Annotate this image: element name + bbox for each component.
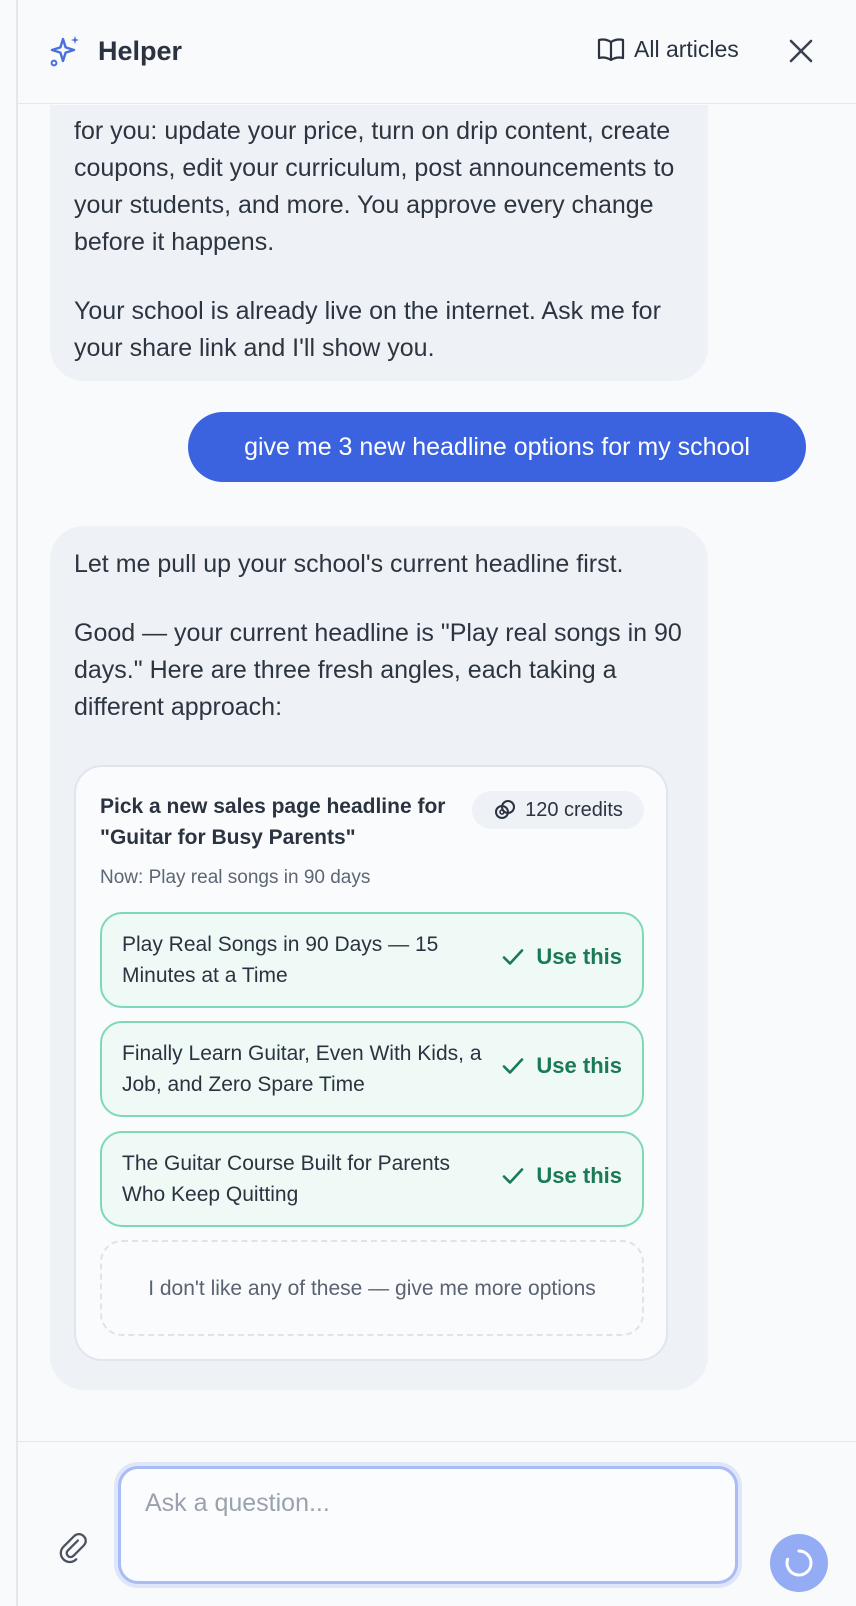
- composer: [18, 1441, 856, 1606]
- current-headline: Now: Play real songs in 90 days: [100, 867, 371, 888]
- send-button[interactable]: [770, 1534, 828, 1592]
- brand: Helper: [48, 34, 182, 68]
- headline-option[interactable]: Finally Learn Guitar, Even With Kids, a …: [100, 1021, 644, 1117]
- question-input[interactable]: [121, 1469, 735, 1581]
- paperclip-icon[interactable]: [58, 1532, 92, 1566]
- book-open-icon: [597, 38, 625, 62]
- use-this-label: Use this: [536, 1053, 622, 1078]
- use-this-button[interactable]: Use this: [500, 1163, 622, 1189]
- option-text: Finally Learn Guitar, Even With Kids, a …: [122, 1042, 482, 1096]
- message-paragraph: Good — your current headline is "Play re…: [74, 619, 682, 721]
- close-icon[interactable]: [786, 36, 816, 66]
- card-title: Pick a new sales page headline for "Guit…: [100, 795, 446, 849]
- assistant-message: for you: update your price, turn on drip…: [50, 105, 708, 381]
- app-title: Helper: [98, 35, 183, 66]
- use-this-label: Use this: [536, 1163, 622, 1188]
- all-articles-label: All articles: [634, 35, 739, 62]
- credits-label: 120 credits: [525, 798, 623, 821]
- header: Helper All articles: [18, 0, 856, 104]
- headline-option[interactable]: The Guitar Course Built for Parents Who …: [100, 1131, 644, 1227]
- use-this-button[interactable]: Use this: [500, 1053, 622, 1079]
- user-message: give me 3 new headline options for my sc…: [188, 412, 806, 482]
- use-this-label: Use this: [536, 944, 622, 969]
- check-icon: [503, 1058, 524, 1074]
- use-this-button[interactable]: Use this: [500, 944, 622, 970]
- option-text: The Guitar Course Built for Parents Who …: [122, 1152, 450, 1206]
- helper-panel: Helper All articles for you: update your…: [0, 0, 856, 1606]
- message-paragraph: Let me pull up your school's current hea…: [74, 550, 624, 578]
- headline-option[interactable]: Play Real Songs in 90 Days — 15 Minutes …: [100, 912, 644, 1008]
- loading-spinner-icon: [785, 1549, 813, 1577]
- all-articles-button[interactable]: All articles: [596, 34, 739, 64]
- headline-picker-card: Pick a new sales page headline for "Guit…: [74, 765, 668, 1361]
- more-options-button[interactable]: I don't like any of these — give me more…: [100, 1240, 644, 1336]
- check-icon: [503, 1168, 524, 1184]
- coins-icon: [495, 800, 516, 819]
- check-icon: [503, 949, 524, 965]
- credits-badge: 120 credits: [472, 791, 644, 829]
- option-text: Play Real Songs in 90 Days — 15 Minutes …: [122, 933, 439, 987]
- message-paragraph: Your school is already live on the inter…: [74, 297, 661, 362]
- sparkles-icon: [50, 36, 79, 67]
- question-input-wrapper: [118, 1466, 738, 1584]
- chat-messages[interactable]: for you: update your price, turn on drip…: [18, 105, 856, 1441]
- message-paragraph: for you: update your price, turn on drip…: [74, 117, 675, 256]
